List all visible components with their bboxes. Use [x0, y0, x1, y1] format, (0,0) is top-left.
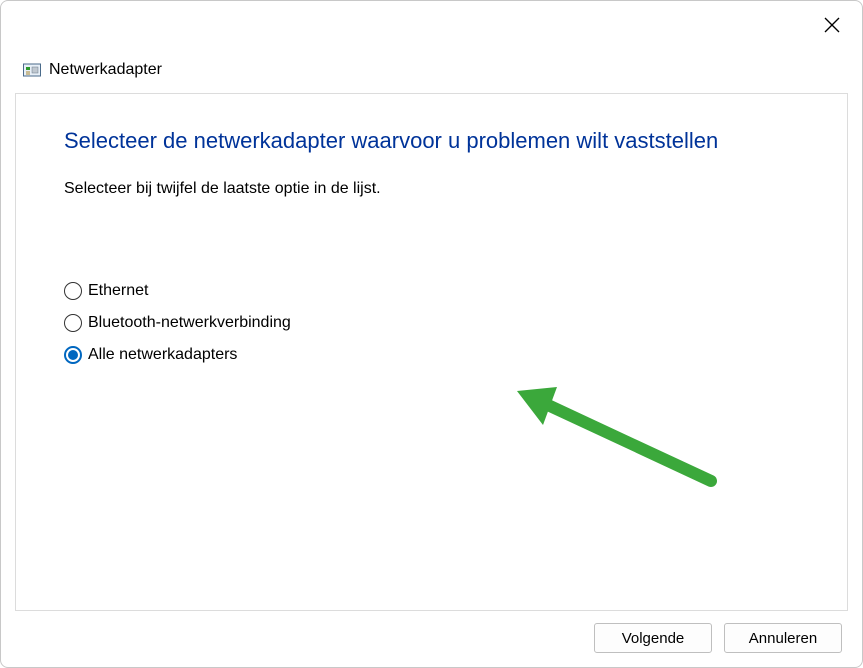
radio-option-bluetooth[interactable]: Bluetooth-netwerkverbinding — [64, 314, 799, 332]
close-button[interactable] — [818, 11, 846, 39]
radio-circle-icon — [64, 282, 82, 300]
troubleshooter-window: Netwerkadapter Selecteer de netwerkadapt… — [0, 0, 863, 668]
radio-label: Bluetooth-netwerkverbinding — [88, 314, 291, 332]
radio-circle-icon — [64, 346, 82, 364]
radio-option-ethernet[interactable]: Ethernet — [64, 282, 799, 300]
radio-option-all-adapters[interactable]: Alle netwerkadapters — [64, 346, 799, 364]
content-panel: Selecteer de netwerkadapter waarvoor u p… — [15, 93, 848, 611]
dialog-footer: Volgende Annuleren — [1, 611, 862, 667]
network-adapter-icon — [23, 62, 41, 78]
cancel-button[interactable]: Annuleren — [724, 623, 842, 653]
window-title: Netwerkadapter — [49, 61, 162, 79]
page-subtext: Selecteer bij twijfel de laatste optie i… — [64, 180, 799, 198]
window-header: Netwerkadapter — [1, 1, 862, 79]
adapter-radio-group: Ethernet Bluetooth-netwerkverbinding All… — [64, 282, 799, 364]
close-icon — [824, 17, 840, 33]
radio-circle-icon — [64, 314, 82, 332]
next-button[interactable]: Volgende — [594, 623, 712, 653]
radio-label: Alle netwerkadapters — [88, 346, 237, 364]
page-heading: Selecteer de netwerkadapter waarvoor u p… — [64, 128, 799, 154]
radio-label: Ethernet — [88, 282, 148, 300]
